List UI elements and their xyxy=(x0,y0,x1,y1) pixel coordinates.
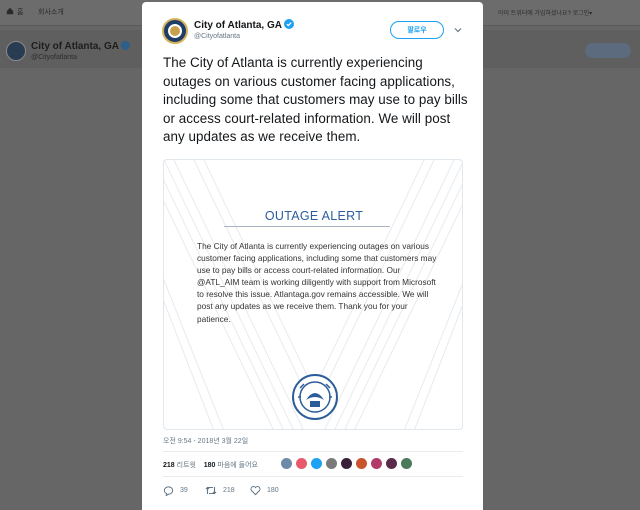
author-name[interactable]: City of Atlanta, GA xyxy=(194,19,294,31)
outage-alert-title: OUTAGE ALERT xyxy=(264,209,364,223)
liker-avatar[interactable] xyxy=(370,457,383,470)
reply-button[interactable]: 39 xyxy=(163,485,188,496)
liker-avatar[interactable] xyxy=(325,457,338,470)
liker-avatar[interactable] xyxy=(355,457,368,470)
retweet-button[interactable]: 218 xyxy=(205,485,235,496)
tweet-timestamp[interactable]: 오전 9:54 - 2018년 3월 22일 xyxy=(163,436,248,446)
outage-alert-body: The City of Atlanta is currently experie… xyxy=(197,241,437,324)
reply-icon xyxy=(163,486,174,496)
background-profile-name: City of Atlanta, GA xyxy=(31,41,130,52)
background-profile-handle: @Cityofatlanta xyxy=(31,54,78,61)
liker-avatar[interactable] xyxy=(280,457,293,470)
chevron-down-icon[interactable] xyxy=(453,25,463,35)
home-icon[interactable] xyxy=(6,7,14,15)
verified-icon xyxy=(283,19,294,29)
nav-home-link[interactable]: 홈 xyxy=(17,7,23,17)
liker-avatar[interactable] xyxy=(340,457,353,470)
liker-avatar[interactable] xyxy=(385,457,398,470)
background-profile-avatar xyxy=(6,41,26,61)
city-seal-icon xyxy=(292,374,338,420)
liker-avatar[interactable] xyxy=(310,457,323,470)
like-count-link[interactable]: 180 마음에 들어요 xyxy=(204,462,258,469)
divider xyxy=(163,476,463,477)
title-underline xyxy=(224,226,390,227)
engagement-stats: 218 리트윗 180 마음에 들어요 xyxy=(163,460,258,470)
author-handle[interactable]: @Cityofatlanta xyxy=(194,33,240,40)
city-seal-icon xyxy=(168,24,182,38)
nav-about-link[interactable]: 회사소개 xyxy=(38,7,64,17)
retweet-icon xyxy=(205,486,217,495)
like-button[interactable]: 180 xyxy=(250,485,279,496)
retweet-count-link[interactable]: 218 리트윗 xyxy=(163,462,196,469)
tweet-modal: City of Atlanta, GA @Cityofatlanta 팔로우 T… xyxy=(142,2,483,510)
reply-count: 39 xyxy=(180,487,188,494)
verified-icon xyxy=(120,41,130,50)
liker-avatar[interactable] xyxy=(400,457,413,470)
heart-icon xyxy=(250,486,261,496)
retweet-action-count: 218 xyxy=(223,487,235,494)
liker-avatar[interactable] xyxy=(295,457,308,470)
login-prompt[interactable]: 아이 트위터에 가입하셨나요? 로그인▾ xyxy=(498,8,592,17)
like-action-count: 180 xyxy=(267,487,279,494)
follow-button[interactable]: 팔로우 xyxy=(390,21,444,39)
tweet-media-image[interactable]: OUTAGE ALERT The City of Atlanta is curr… xyxy=(163,159,463,430)
tweet-text: The City of Atlanta is currently experie… xyxy=(163,55,468,144)
tweet-actions: 39 218 180 xyxy=(163,485,463,499)
avatar[interactable] xyxy=(162,18,188,44)
background-follow-button[interactable] xyxy=(585,43,631,58)
divider xyxy=(163,451,463,452)
